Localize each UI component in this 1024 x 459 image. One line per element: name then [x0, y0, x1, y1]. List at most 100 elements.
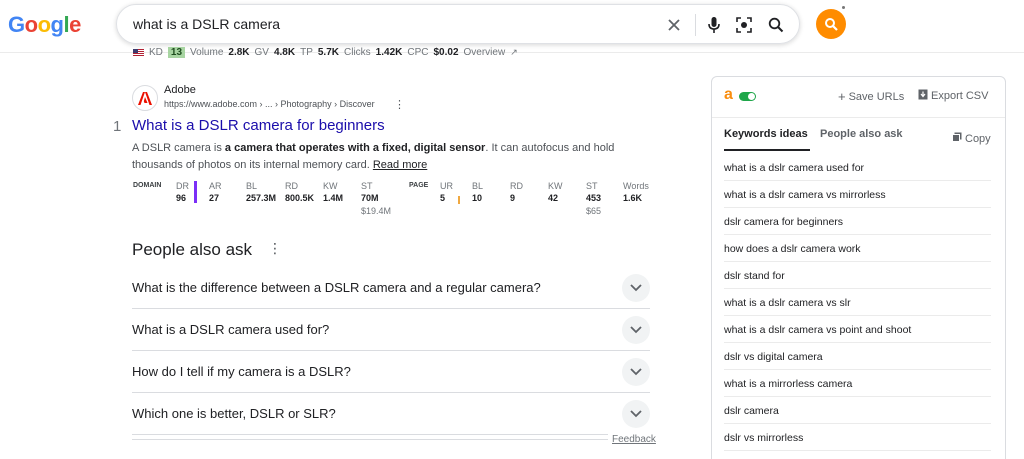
- paa-question-item[interactable]: What is a DSLR camera used for?: [132, 309, 650, 351]
- ur-label: UR: [440, 181, 453, 191]
- keyword-idea-item[interactable]: how does a dslr camera work: [724, 235, 991, 262]
- rd-label: RD: [285, 181, 298, 191]
- chevron-down-icon[interactable]: [622, 316, 650, 344]
- clicks-value: 1.42K: [375, 47, 403, 58]
- notification-dot: [842, 6, 845, 9]
- camera-lens-icon[interactable]: [733, 14, 755, 36]
- logo-letter: o: [24, 12, 38, 37]
- more-vert-icon[interactable]: ⋮: [268, 240, 282, 257]
- search-box[interactable]: what is a DSLR camera: [116, 4, 800, 44]
- kw-value: 1.4M: [323, 193, 344, 203]
- site-url[interactable]: https://www.adobe.com › ... › Photograph…: [164, 99, 375, 109]
- page-st-label: ST: [586, 181, 598, 191]
- overview-link[interactable]: Overview: [464, 47, 506, 58]
- result-title-link[interactable]: What is a DSLR camera for beginners: [132, 117, 385, 134]
- st-sub-value: $19.4M: [361, 206, 392, 216]
- ahrefs-logo: a: [724, 86, 733, 103]
- snippet-bold: a camera that operates with a fixed, dig…: [224, 142, 486, 154]
- keyword-idea-item[interactable]: dslr vs digital camera: [724, 343, 991, 370]
- bl-label: BL: [246, 181, 258, 191]
- extension-toggle[interactable]: [739, 92, 756, 101]
- keyword-idea-item[interactable]: dslr camera: [724, 397, 991, 424]
- save-urls-button[interactable]: + Save URLs: [838, 89, 904, 104]
- panel-tabs: Keywords ideas People also ask Copy: [712, 117, 1005, 151]
- result-number: 1: [113, 118, 122, 135]
- page-bl-label: BL: [472, 181, 484, 191]
- adobe-favicon-icon[interactable]: [132, 85, 158, 111]
- chevron-down-icon[interactable]: [622, 274, 650, 302]
- keyword-idea-item[interactable]: what is a dslr camera vs slr: [724, 289, 991, 316]
- keyword-idea-item[interactable]: dslr camera for beginners: [724, 208, 991, 235]
- microphone-icon[interactable]: [703, 14, 725, 36]
- page-st-value: 453: [586, 193, 602, 203]
- page-section-label: PAGE: [409, 182, 429, 189]
- ar-value: 27: [209, 193, 220, 203]
- bl-value: 257.3M: [246, 193, 277, 203]
- external-link-icon[interactable]: ↗: [510, 47, 518, 58]
- chevron-down-icon[interactable]: [622, 400, 650, 428]
- header: Google what is a DSLR camera: [0, 0, 1024, 53]
- volume-value: 2.8K: [228, 47, 250, 58]
- more-vert-icon[interactable]: ⋮: [394, 98, 405, 111]
- copy-icon: [952, 132, 962, 145]
- keyword-idea-item[interactable]: what is a dslr camera vs mirrorless: [724, 181, 991, 208]
- download-icon: [918, 89, 928, 103]
- keyword-idea-item[interactable]: what is a mirrorless camera: [724, 370, 991, 397]
- ur-bar: [458, 196, 460, 204]
- logo-letter: G: [8, 12, 25, 37]
- page-rd-value: 9: [510, 193, 516, 203]
- paa-question-item[interactable]: What is the difference between a DSLR ca…: [132, 267, 650, 309]
- logo-letter: g: [50, 12, 64, 37]
- keyword-idea-item[interactable]: what is a dslr camera vs point and shoot: [724, 316, 991, 343]
- paa-question-text: How do I tell if my camera is a DSLR?: [132, 364, 351, 379]
- keywords-panel: a + Save URLs Export CSV Keywords ideas …: [711, 76, 1006, 459]
- dr-value: 96: [176, 193, 187, 203]
- search-icon[interactable]: [765, 14, 787, 36]
- dr-label: DR: [176, 181, 189, 191]
- tp-label: TP: [300, 47, 313, 58]
- paa-question-item[interactable]: Which one is better, DSLR or SLR?: [132, 393, 650, 435]
- gv-label: GV: [254, 47, 269, 58]
- copy-button[interactable]: Copy: [952, 132, 991, 145]
- divider: [132, 439, 650, 440]
- google-logo[interactable]: Google: [8, 12, 81, 38]
- keyword-ideas-list: what is a dslr camera used for what is a …: [724, 154, 991, 451]
- tp-value: 5.7K: [317, 47, 339, 58]
- paa-question-item[interactable]: How do I tell if my camera is a DSLR?: [132, 351, 650, 393]
- search-input[interactable]: what is a DSLR camera: [133, 16, 280, 32]
- tab-people-also-ask[interactable]: People also ask: [820, 128, 903, 140]
- divider: [695, 14, 696, 36]
- tab-keywords-ideas[interactable]: Keywords ideas: [724, 128, 808, 140]
- words-label: Words: [623, 181, 649, 191]
- keyword-idea-item[interactable]: what is a dslr camera used for: [724, 154, 991, 181]
- chevron-down-icon[interactable]: [622, 358, 650, 386]
- gv-value: 4.8K: [273, 47, 296, 58]
- keyword-idea-item[interactable]: dslr vs mirrorless: [724, 424, 991, 451]
- feedback-link[interactable]: Feedback: [608, 434, 656, 445]
- st-value: 70M: [361, 193, 379, 203]
- page-bl-value: 10: [472, 193, 483, 203]
- page-kw-value: 42: [548, 193, 559, 203]
- clear-icon[interactable]: [663, 14, 685, 36]
- plus-icon: +: [838, 89, 846, 104]
- logo-letter: o: [37, 12, 51, 37]
- us-flag-icon: [133, 48, 144, 57]
- copy-label: Copy: [965, 132, 991, 145]
- page-kw-label: KW: [548, 181, 563, 191]
- dr-bar: [194, 181, 197, 203]
- domain-section-label: DOMAIN: [133, 182, 162, 189]
- people-also-ask-heading: People also ask: [132, 240, 253, 259]
- page-rd-label: RD: [510, 181, 523, 191]
- paa-question-text: Which one is better, DSLR or SLR?: [132, 406, 336, 421]
- result-snippet: A DSLR camera is a camera that operates …: [132, 140, 642, 174]
- active-tab-indicator: [724, 149, 810, 151]
- export-csv-label: Export CSV: [931, 90, 989, 102]
- extension-search-icon[interactable]: [816, 9, 846, 39]
- paa-question-text: What is a DSLR camera used for?: [132, 322, 330, 337]
- export-csv-button[interactable]: Export CSV: [918, 89, 988, 103]
- cpc-label: CPC: [407, 47, 429, 58]
- page-st-sub-value: $65: [586, 206, 602, 216]
- read-more-link[interactable]: Read more: [373, 159, 427, 171]
- keyword-idea-item[interactable]: dslr stand for: [724, 262, 991, 289]
- site-name[interactable]: Adobe: [164, 84, 196, 96]
